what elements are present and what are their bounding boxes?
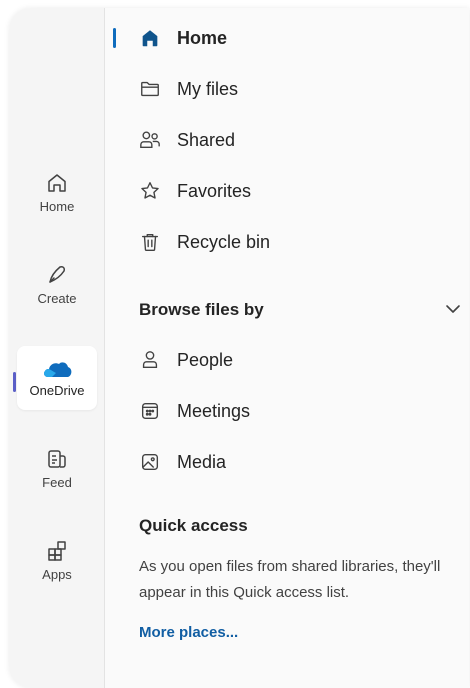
home-icon: [48, 173, 66, 192]
nav-label-recycle-bin: Recycle bin: [177, 231, 271, 252]
trash-icon: [141, 233, 159, 251]
rail-item-create[interactable]: Create: [17, 254, 97, 314]
nav-item-shared[interactable]: Shared: [139, 120, 235, 160]
pen-icon: [49, 265, 65, 283]
nav-item-home[interactable]: Home: [139, 18, 227, 58]
rail-active-indicator: [13, 372, 16, 392]
more-places-link[interactable]: More places...: [139, 624, 238, 641]
person-icon: [142, 351, 158, 369]
rail-item-onedrive[interactable]: OneDrive: [17, 346, 97, 410]
browse-label-people: People: [177, 349, 234, 370]
chevron-down-icon[interactable]: [443, 299, 463, 319]
navigation-pane: Home My files Shared Favorites Recycle b…: [105, 8, 469, 688]
folder-icon: [141, 81, 159, 97]
nav-item-recycle-bin[interactable]: Recycle bin: [139, 222, 270, 262]
rail-label-home: Home: [39, 198, 75, 214]
apps-icon: [48, 540, 66, 561]
feed-icon: [48, 449, 66, 468]
onedrive-cloud-icon: [44, 361, 72, 377]
rail-item-feed[interactable]: Feed: [17, 438, 97, 498]
browse-item-meetings[interactable]: Meetings: [139, 391, 250, 431]
nav-item-my-files[interactable]: My files: [139, 69, 238, 109]
browse-item-media[interactable]: Media: [139, 442, 226, 482]
nav-label-my-files: My files: [177, 78, 239, 99]
rail-label-onedrive: OneDrive: [29, 382, 85, 398]
quick-access-heading: Quick access: [139, 516, 248, 535]
star-icon: [141, 182, 159, 199]
nav-label-shared: Shared: [177, 129, 236, 150]
rail-item-apps[interactable]: Apps: [17, 530, 97, 590]
quick-access-description: As you open files from shared libraries,…: [139, 558, 441, 601]
browse-item-people[interactable]: People: [139, 340, 233, 380]
nav-label-favorites: Favorites: [177, 180, 252, 201]
browse-label-meetings: Meetings: [177, 400, 251, 421]
image-icon: [141, 453, 159, 471]
selected-indicator: [113, 28, 116, 48]
rail-label-apps: Apps: [42, 566, 72, 582]
rail-item-home[interactable]: Home: [17, 162, 97, 222]
home-filled-icon: [142, 30, 158, 47]
calendar-icon: [141, 402, 159, 420]
nav-item-favorites[interactable]: Favorites: [139, 171, 251, 211]
nav-label-home: Home: [177, 27, 228, 48]
rail-label-create: Create: [37, 290, 77, 306]
people-icon: [140, 131, 160, 149]
browse-files-heading: Browse files by: [139, 300, 264, 319]
rail-label-feed: Feed: [42, 474, 72, 490]
app-rail: Home Create OneDrive Feed Apps: [9, 8, 105, 688]
browse-label-media: Media: [177, 451, 227, 472]
app-frame: Home Create OneDrive Feed Apps Home My f…: [9, 8, 469, 688]
